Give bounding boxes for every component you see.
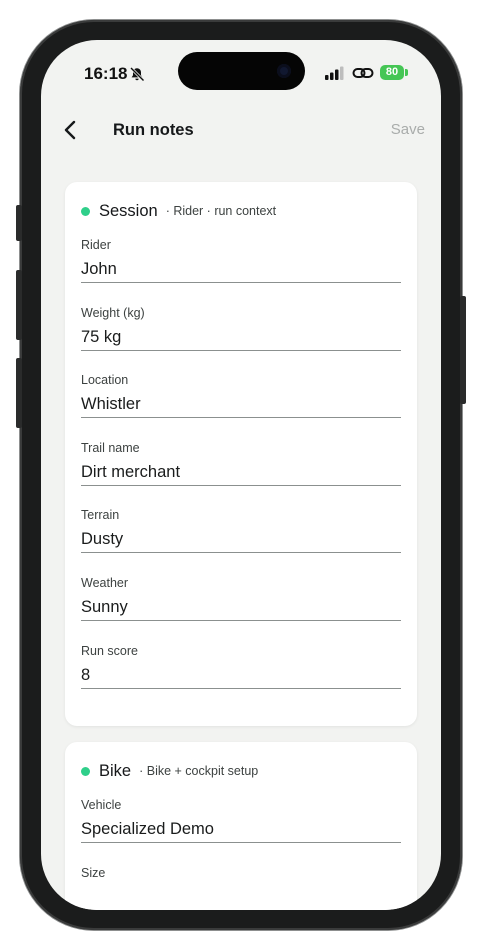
bike-card: Bike · Bike + cockpit setup Vehicle Size <box>65 742 417 910</box>
vehicle-field: Vehicle <box>81 798 401 858</box>
terrain-input[interactable] <box>81 526 401 553</box>
rider-input[interactable] <box>81 256 401 283</box>
run-score-field: Run score <box>81 644 401 704</box>
cellular-signal-icon <box>325 66 344 80</box>
weight-label: Weight (kg) <box>81 306 145 320</box>
bell-slash-icon <box>129 66 145 82</box>
trail-name-label: Trail name <box>81 441 140 455</box>
session-status-dot <box>81 206 90 216</box>
bike-card-subtitle: · Bike + cockpit setup <box>139 764 259 778</box>
session-card-header: Session · Rider · run context <box>81 200 276 222</box>
dynamic-island <box>178 52 305 90</box>
trail-name-field: Trail name <box>81 441 401 501</box>
size-label: Size <box>81 866 106 880</box>
vehicle-label: Vehicle <box>81 798 122 812</box>
save-button[interactable]: Save <box>391 121 425 138</box>
action-button <box>16 205 22 241</box>
terrain-label: Terrain <box>81 508 120 522</box>
weather-field: Weather <box>81 576 401 636</box>
run-score-label: Run score <box>81 644 138 658</box>
volume-up-button <box>16 270 22 340</box>
terrain-field: Terrain <box>81 508 401 568</box>
weight-field: Weight (kg) <box>81 306 401 366</box>
power-button <box>460 296 466 404</box>
rider-field: Rider <box>81 238 401 298</box>
bike-status-dot <box>81 766 90 776</box>
vehicle-input[interactable] <box>81 816 401 843</box>
weather-label: Weather <box>81 576 129 590</box>
bike-card-title: Bike <box>99 761 132 780</box>
battery-icon: 80 <box>380 65 404 80</box>
session-card-title: Session <box>99 201 158 220</box>
battery-cap <box>405 69 408 76</box>
chevron-left-icon[interactable] <box>61 118 81 142</box>
location-label: Location <box>81 373 129 387</box>
status-time: 16:18 <box>84 64 128 83</box>
weather-input[interactable] <box>81 594 401 621</box>
front-camera <box>277 64 291 78</box>
location-field: Location <box>81 373 401 433</box>
size-input[interactable] <box>81 884 401 910</box>
location-input[interactable] <box>81 391 401 418</box>
weight-input[interactable] <box>81 324 401 351</box>
rider-label: Rider <box>81 238 111 252</box>
session-card-subtitle: · Rider · run context <box>165 204 277 218</box>
trail-name-input[interactable] <box>81 459 401 486</box>
page-title: Run notes <box>113 121 194 139</box>
volume-down-button <box>16 358 22 428</box>
link-icon <box>352 68 374 78</box>
run-score-input[interactable] <box>81 662 401 689</box>
screen: 16:18 80 Run notes Save Session · Rider … <box>41 40 441 910</box>
size-field: Size <box>81 866 401 910</box>
bike-card-header: Bike · Bike + cockpit setup <box>81 760 258 782</box>
session-card: Session · Rider · run context Rider Weig… <box>65 182 417 726</box>
